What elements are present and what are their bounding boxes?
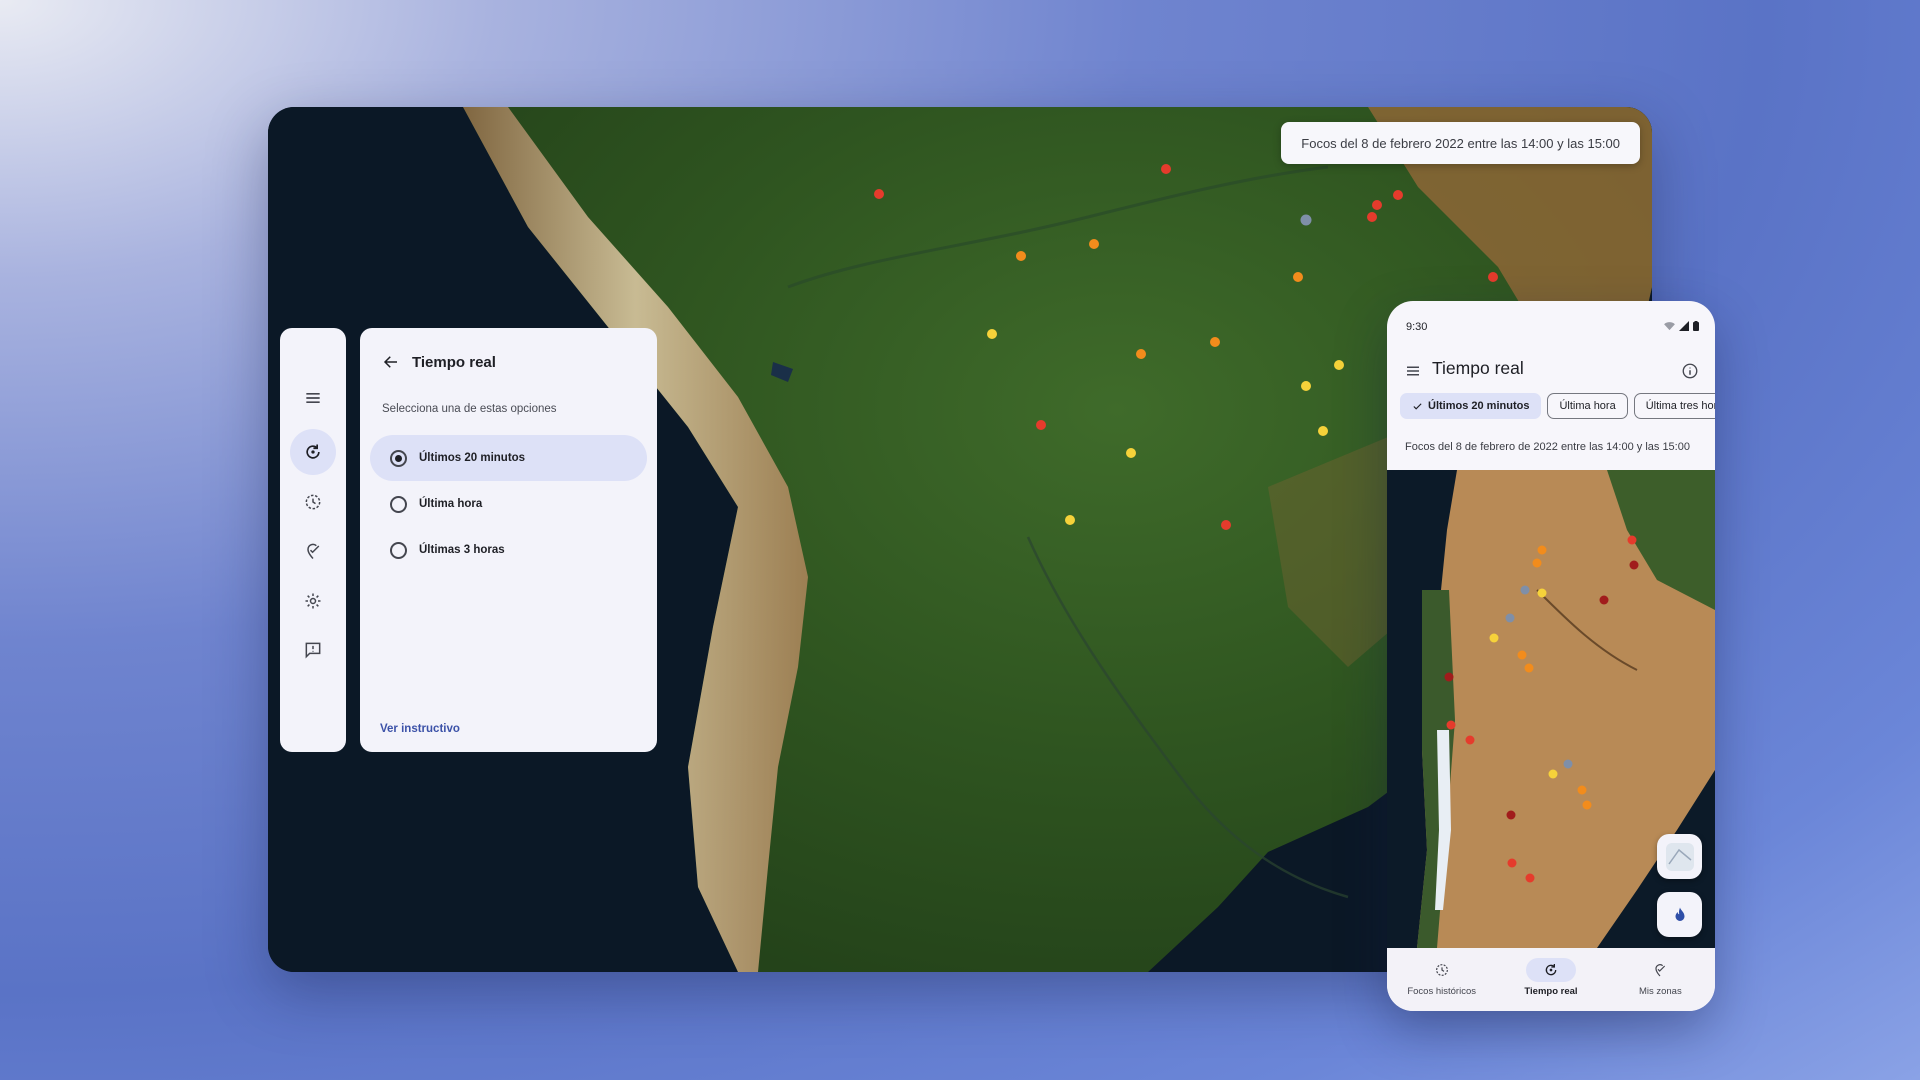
option-label: Última hora — [419, 498, 483, 510]
focus-date-text: Focos del 8 de febrero 2022 entre las 14… — [1301, 135, 1620, 151]
option-label: Últimos 20 minutos — [419, 452, 526, 464]
radio-selected-icon — [390, 449, 407, 467]
chip-last-three-hours[interactable]: Última tres horas — [1633, 393, 1715, 419]
option-last-3-hours[interactable]: Últimas 3 horas — [370, 527, 647, 573]
radio-unselected-icon — [390, 495, 407, 513]
map-layers-button[interactable] — [1657, 834, 1702, 879]
my-zones-icon — [307, 543, 320, 560]
rail-item-realtime[interactable] — [290, 429, 336, 475]
status-icons — [1664, 321, 1699, 331]
realtime-panel: Tiempo real Selecciona una de estas opci… — [360, 328, 657, 752]
info-button[interactable] — [1677, 358, 1703, 384]
rail-item-my-zones[interactable] — [290, 528, 336, 574]
wifi-icon — [1664, 321, 1675, 330]
app-bar-title: Tiempo real — [1432, 358, 1524, 378]
option-label: Últimas 3 horas — [419, 544, 505, 556]
check-icon — [1413, 402, 1422, 410]
bottom-navigation: Focos históricos Tiempo real Mis zonas — [1387, 948, 1715, 1011]
fire-filter-button[interactable] — [1657, 892, 1702, 937]
chip-label: Últimos 20 minutos — [1428, 400, 1530, 412]
realtime-icon — [1545, 964, 1557, 976]
phone-device: 9:30 Tiempo real Últimos 20 minutos Últi… — [1387, 301, 1715, 1011]
signal-icon — [1679, 321, 1689, 331]
nav-item-historic[interactable]: Focos históricos — [1387, 948, 1496, 1011]
chip-last-hour[interactable]: Última hora — [1547, 393, 1628, 419]
feedback-icon — [305, 642, 321, 659]
fire-icon — [1675, 907, 1684, 921]
nav-label: Mis zonas — [1638, 986, 1682, 997]
battery-icon — [1693, 321, 1699, 331]
chip-label: Última tres horas — [1645, 400, 1715, 412]
menu-button[interactable] — [290, 375, 336, 421]
time-filter-chips: Últimos 20 minutos Última hora Última tr… — [1400, 393, 1715, 419]
history-clock-icon — [1435, 964, 1448, 976]
radio-unselected-icon — [390, 541, 407, 559]
focus-date-text: Focos del 8 de febrero de 2022 entre las… — [1405, 441, 1690, 453]
panel-title: Tiempo real — [412, 353, 496, 371]
navigation-rail — [280, 328, 346, 752]
nav-pill — [1525, 958, 1576, 982]
status-time: 9:30 — [1406, 321, 1428, 333]
menu-icon — [306, 393, 320, 403]
realtime-icon — [306, 444, 320, 459]
menu-icon — [1407, 366, 1419, 376]
back-arrow-icon[interactable] — [382, 353, 400, 371]
instructions-link[interactable]: Ver instructivo — [380, 723, 460, 735]
nav-item-my-zones[interactable]: Mis zonas — [1606, 948, 1715, 1011]
info-icon — [1682, 363, 1698, 379]
rail-item-settings[interactable] — [290, 578, 336, 624]
nav-label: Focos históricos — [1407, 986, 1476, 997]
nav-pill — [1417, 958, 1467, 982]
focus-date-banner: Focos del 8 de febrero 2022 entre las 14… — [1281, 122, 1640, 164]
gear-icon — [305, 593, 321, 609]
panel-header: Tiempo real — [382, 353, 496, 371]
panel-subtitle: Selecciona una de estas opciones — [382, 403, 557, 415]
chip-last-20-minutes[interactable]: Últimos 20 minutos — [1400, 393, 1542, 419]
nav-item-realtime[interactable]: Tiempo real — [1496, 948, 1605, 1011]
history-clock-icon — [305, 494, 321, 510]
nav-pill — [1635, 958, 1685, 982]
my-zones-icon — [1655, 964, 1666, 977]
nav-label: Tiempo real — [1524, 986, 1578, 997]
menu-button[interactable] — [1401, 359, 1425, 383]
phone-satellite-map[interactable] — [1387, 470, 1715, 948]
option-last-20-minutes[interactable]: Últimos 20 minutos — [370, 435, 647, 481]
rail-item-history[interactable] — [290, 479, 336, 525]
chip-label: Última hora — [1559, 400, 1616, 412]
rail-item-feedback[interactable] — [290, 627, 336, 673]
map-layers-icon — [1665, 842, 1694, 871]
option-last-hour[interactable]: Última hora — [370, 481, 647, 527]
